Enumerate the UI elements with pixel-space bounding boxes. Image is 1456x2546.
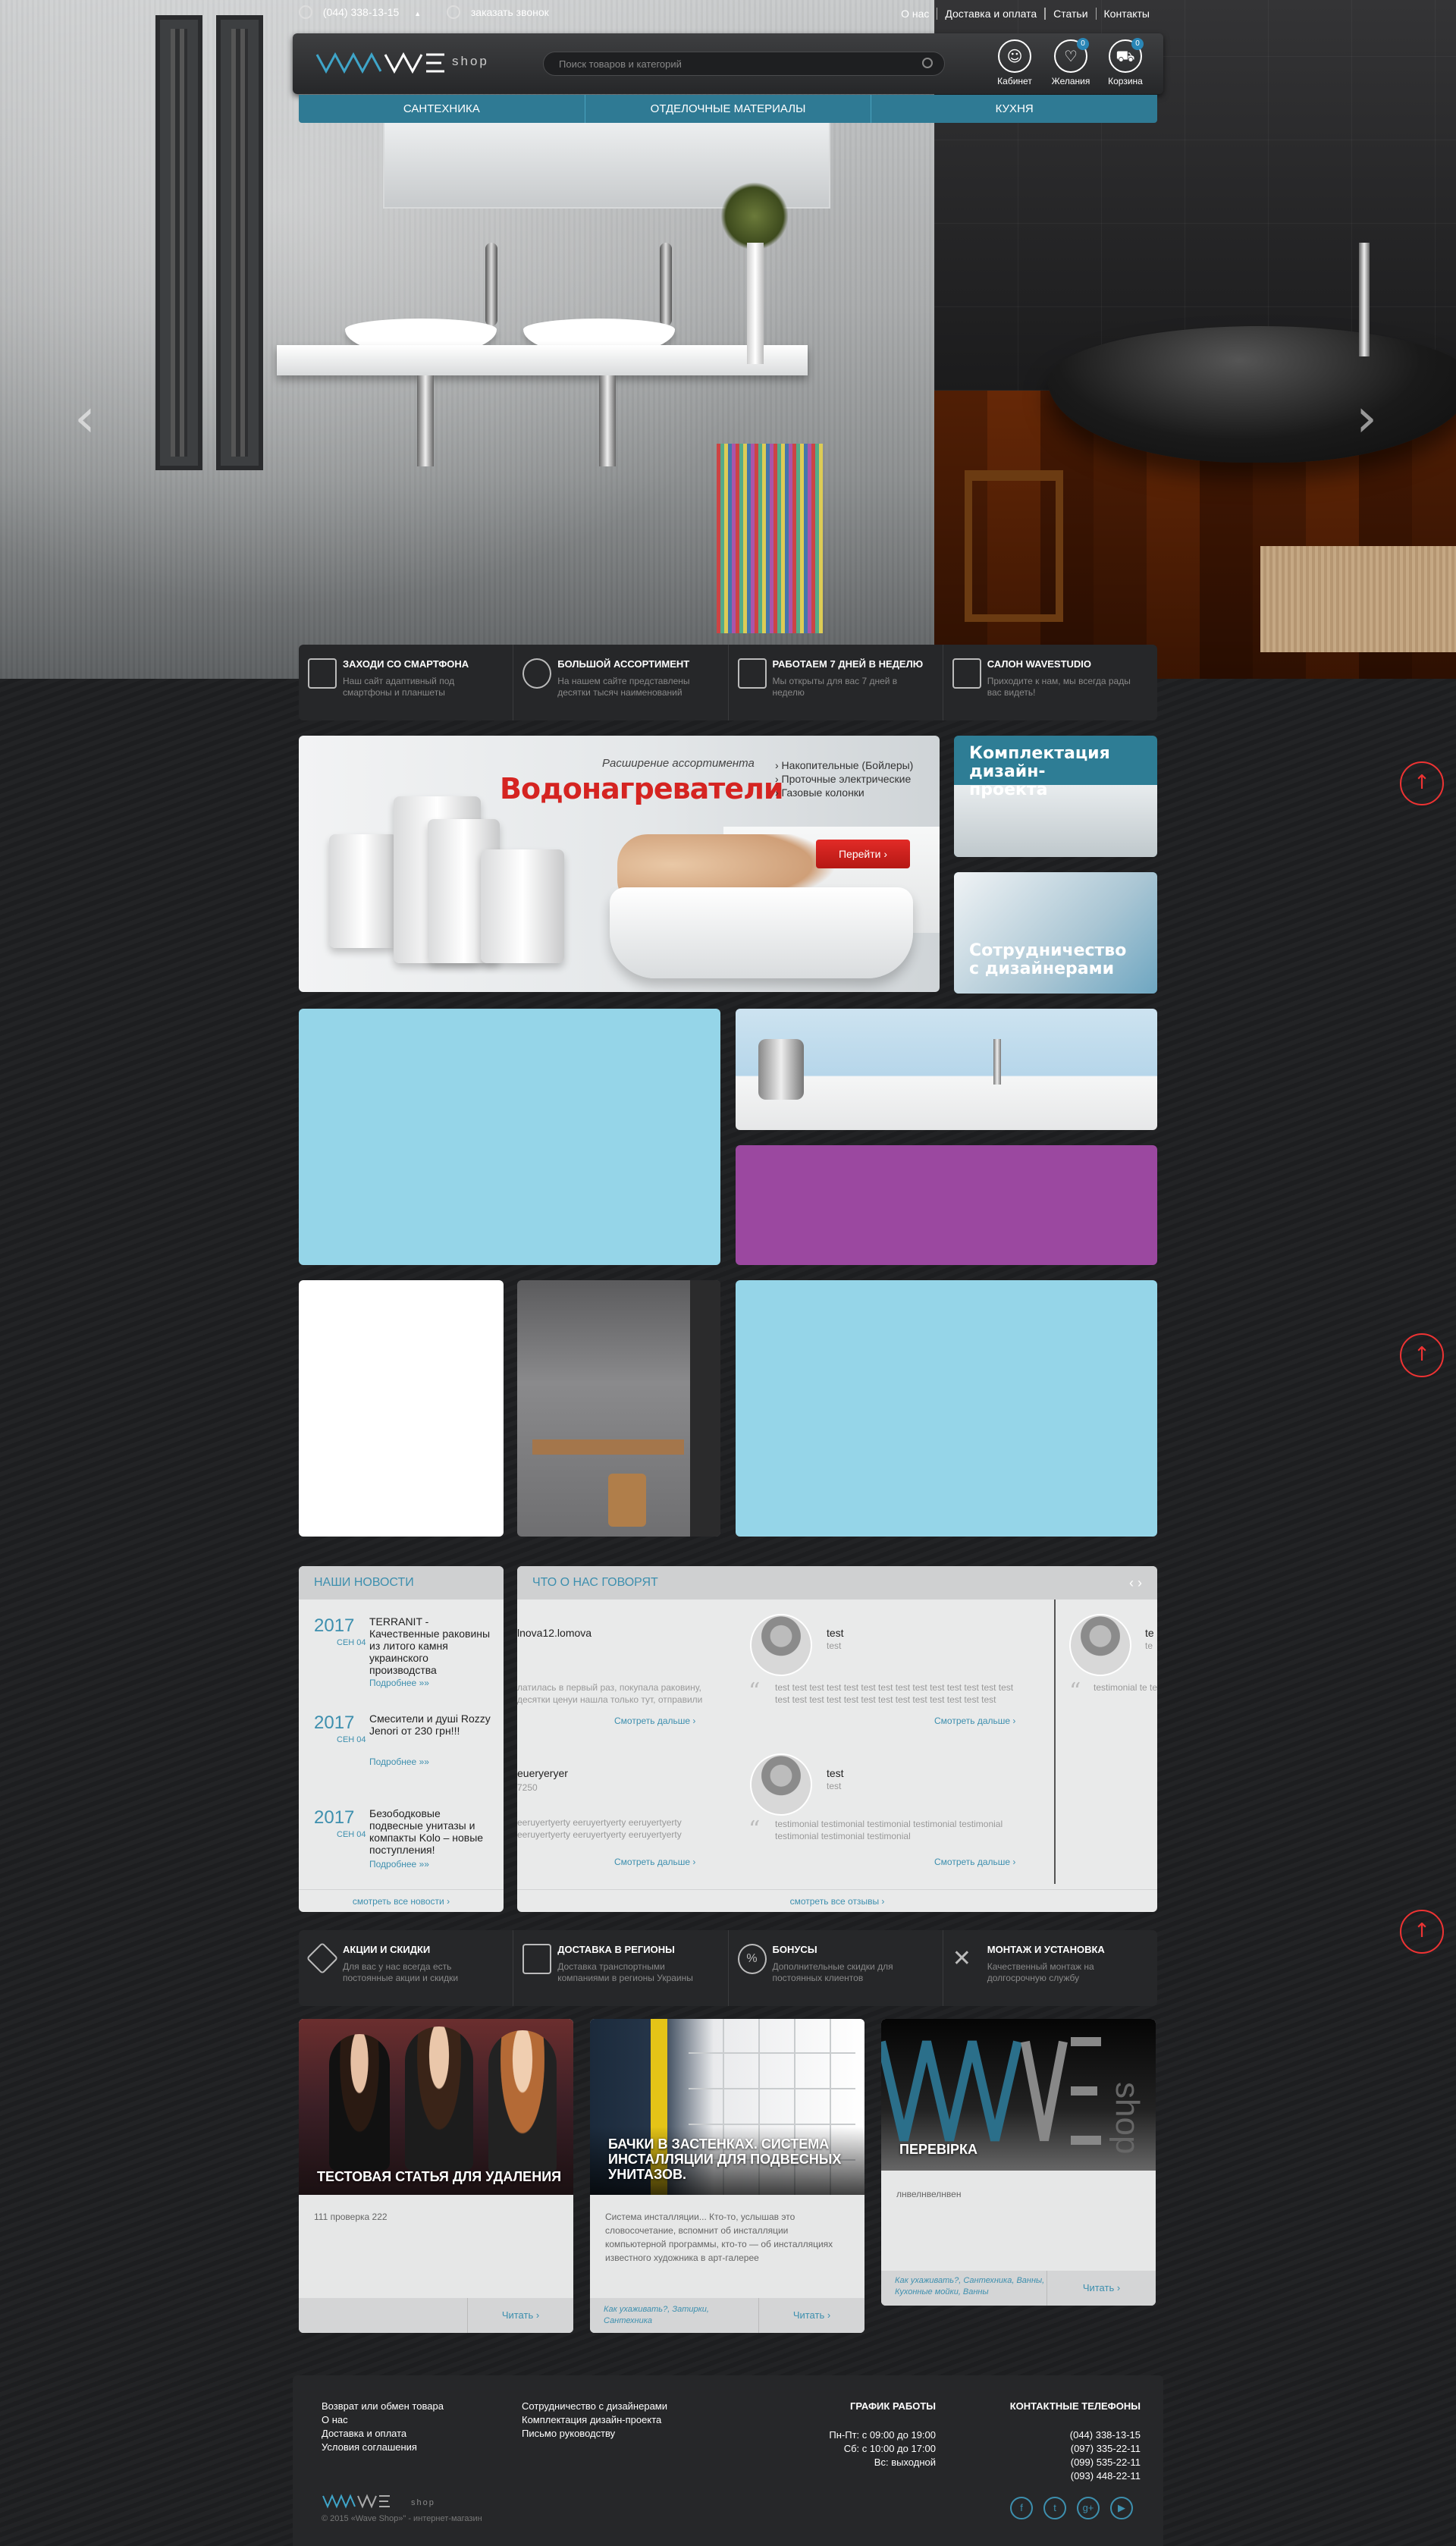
user-icon: ☺ — [1006, 47, 1023, 65]
scroll-up-button[interactable]: ↑ — [1400, 1910, 1444, 1954]
feature-7days: РАБОТАЕМ 7 ДНЕЙ В НЕДЕЛЮ Мы открыты для … — [727, 645, 943, 720]
wishlist-badge: 0 — [1077, 38, 1089, 50]
promo-tile-blue-2[interactable] — [736, 1280, 1157, 1537]
avatar — [750, 1614, 812, 1676]
promo-tile-kitchen[interactable] — [736, 1009, 1157, 1130]
link-delivery[interactable]: Доставка и оплата — [937, 8, 1046, 20]
footer: Возврат или обмен товара О нас Доставка … — [293, 2375, 1163, 2546]
search-icon[interactable] — [922, 58, 933, 68]
cart-button[interactable]: ⛟ 0 Корзина — [1101, 38, 1150, 86]
store-icon — [952, 658, 981, 689]
slider-next-icon[interactable]: › — [1356, 387, 1377, 449]
copyright: © 2015 «Wave Shop»" - интернет-магазин — [322, 2514, 482, 2523]
open-sign-icon — [737, 658, 767, 689]
tools-icon: ✕ — [952, 1945, 971, 1972]
link-articles[interactable]: Статьи — [1045, 8, 1096, 20]
header-bar: shop Поиск товаров и категорий ☺ Кабинет… — [293, 33, 1163, 94]
smartphone-icon — [308, 658, 337, 689]
quote-icon: “ — [1069, 1678, 1081, 1705]
all-news-link[interactable]: смотреть все новости › — [299, 1889, 504, 1912]
feature-smartphone: ЗАХОДИ СО СМАРТФОНА Наш сайт адаптивный … — [299, 645, 513, 720]
promo-tile-bathroom[interactable] — [517, 1280, 720, 1537]
truck-icon — [522, 1944, 552, 1974]
avatar — [1069, 1614, 1131, 1676]
features-strip: ЗАХОДИ СО СМАРТФОНА Наш сайт адаптивный … — [299, 645, 1157, 720]
google-plus-icon[interactable]: g+ — [1077, 2497, 1100, 2519]
main-nav: САНТЕХНИКА ОТДЕЛОЧНЫЕ МАТЕРИАЛЫ КУХНЯ — [299, 95, 1157, 123]
read-button[interactable]: Читать › — [1046, 2271, 1156, 2306]
scroll-up-button[interactable]: ↑ — [1400, 1333, 1444, 1377]
article-card[interactable]: shop ПЕРЕВІРКА лнвелнвелнвен Как ухажива… — [881, 2019, 1156, 2306]
service-sales[interactable]: АКЦИИ И СКИДКИ Для вас у нас всегда есть… — [299, 1930, 513, 2006]
promo-tile-blue[interactable] — [299, 1009, 720, 1265]
promo-tile-purple[interactable] — [736, 1145, 1157, 1265]
top-links: О нас Доставка и оплата Статьи Контакты — [893, 8, 1157, 20]
service-bonuses[interactable]: % БОНУСЫ Дополнительные скидки для посто… — [727, 1930, 943, 2006]
percent-icon: % — [737, 1944, 767, 1974]
logo-shop-text: shop — [452, 54, 489, 68]
facebook-icon[interactable]: f — [1010, 2497, 1033, 2519]
reviews-panel: ЧТО О НАС ГОВОРЯТ ‹ › lnova12.lomova лат… — [517, 1566, 1157, 1912]
nav-item-kitchen[interactable]: КУХНЯ — [871, 95, 1157, 123]
article-card[interactable]: БАЧКИ В ЗАСТЕНКАХ. СИСТЕМА ИНСТАЛЛЯЦИИ Д… — [590, 2019, 864, 2333]
check-circle-icon — [522, 658, 552, 689]
banner-title: Водонагреватели — [500, 772, 784, 805]
nav-item-plumbing[interactable]: САНТЕХНИКА — [299, 95, 585, 123]
sale-tag-icon — [306, 1942, 339, 1975]
nav-item-finishing[interactable]: ОТДЕЛОЧНЫЕ МАТЕРИАЛЫ — [584, 95, 871, 123]
quote-icon: “ — [748, 1816, 761, 1843]
promo-tile-white[interactable] — [299, 1280, 504, 1537]
footer-links-2: Сотрудничество с дизайнерами Комплектаци… — [522, 2400, 668, 2439]
services-strip: АКЦИИ И СКИДКИ Для вас у нас всегда есть… — [299, 1930, 1157, 2006]
twitter-icon[interactable]: t — [1043, 2497, 1066, 2519]
mixer-image — [758, 1039, 804, 1100]
water-heaters-banner[interactable]: Расширение ассортимента Водонагреватели … — [299, 736, 940, 992]
bathtub-image — [610, 887, 913, 978]
service-delivery[interactable]: ДОСТАВКА В РЕГИОНЫ Доставка транспортным… — [513, 1930, 727, 2006]
design-project-banner[interactable]: Комплектация дизайн-проекта — [954, 736, 1157, 857]
top-bar: (044) 338-13-15 ▲ заказать звонок О нас Д… — [299, 5, 1157, 29]
avatar — [750, 1753, 812, 1816]
all-reviews-link[interactable]: смотреть все отзывы › — [517, 1889, 1157, 1912]
phone-number[interactable]: (044) 338-13-15 — [323, 6, 399, 18]
banner-list: › Накопительные (Бойлеры) › Проточные эл… — [775, 759, 914, 799]
youtube-icon[interactable]: ▶ — [1110, 2497, 1133, 2519]
svg-text:shop: shop — [1109, 2082, 1146, 2154]
svg-text:shop: shop — [411, 2498, 435, 2507]
article-card[interactable]: ТЕСТОВАЯ СТАТЬЯ ДЛЯ УДАЛЕНИЯ 111 проверк… — [299, 2019, 573, 2333]
link-about[interactable]: О нас — [893, 8, 937, 20]
callback-link[interactable]: заказать звонок — [471, 6, 549, 18]
read-button[interactable]: Читать › — [758, 2298, 864, 2333]
search-input[interactable]: Поиск товаров и категорий — [543, 52, 945, 76]
cart-badge: 0 — [1131, 38, 1144, 50]
callback-icon — [447, 5, 460, 20]
quote-icon: “ — [748, 1678, 761, 1705]
slider-prev-icon[interactable]: ‹ — [74, 387, 96, 449]
footer-logo[interactable]: shop — [322, 2493, 450, 2510]
footer-links-1: Возврат или обмен товара О нас Доставка … — [322, 2400, 444, 2453]
work-schedule: ГРАФИК РАБОТЫ Пн-Пт: с 09:00 до 19:00 Сб… — [829, 2400, 936, 2468]
cabinet-button[interactable]: ☺ Кабинет — [990, 39, 1039, 86]
radiator-image — [155, 15, 202, 470]
contact-phones: КОНТАКТНЫЕ ТЕЛЕФОНЫ (044) 338-13-15 (097… — [1009, 2400, 1141, 2482]
wishlist-button[interactable]: ♡ 0 Желания — [1046, 38, 1095, 86]
designers-banner[interactable]: Сотрудничество с дизайнерами — [954, 872, 1157, 994]
link-contacts[interactable]: Контакты — [1095, 8, 1157, 20]
reviews-arrows-icon[interactable]: ‹ › — [1129, 1575, 1142, 1591]
feature-assortment: БОЛЬШОЙ АССОРТИМЕНТ На нашем сайте предс… — [513, 645, 727, 720]
read-button[interactable]: Читать › — [467, 2298, 573, 2333]
heater-image — [329, 834, 397, 948]
feature-salon: САЛОН WAVESTUDIO Приходите к нам, мы все… — [942, 645, 1157, 720]
service-installation[interactable]: ✕ МОНТАЖ И УСТАНОВКА Качественный монтаж… — [942, 1930, 1157, 2006]
phone-icon — [299, 5, 312, 20]
towel-image — [717, 444, 823, 633]
scroll-up-button[interactable]: ↑ — [1400, 761, 1444, 805]
go-button[interactable]: Перейти › — [816, 840, 910, 868]
news-panel: НАШИ НОВОСТИ 2017 СЕН 04 TERRANIT - Каче… — [299, 1566, 504, 1912]
site-logo[interactable]: shop — [315, 47, 490, 77]
